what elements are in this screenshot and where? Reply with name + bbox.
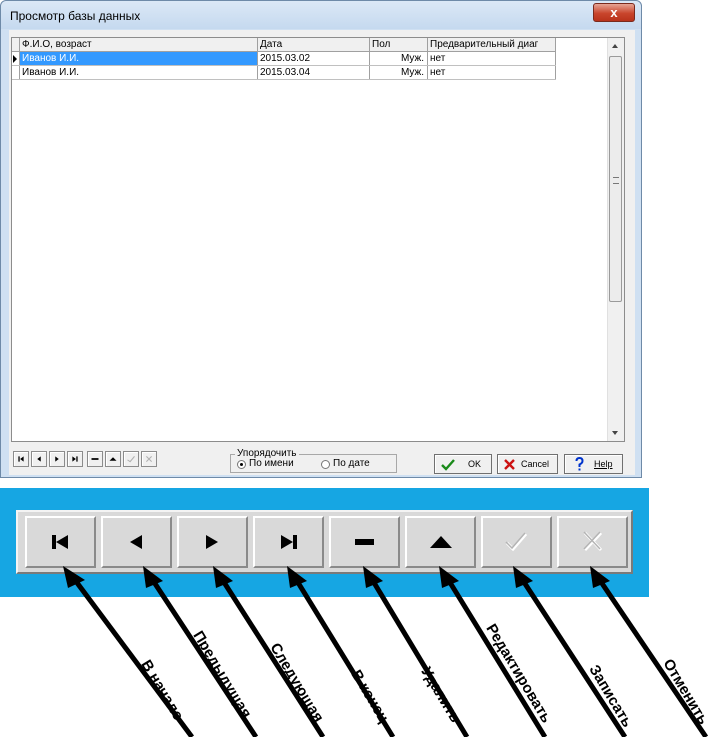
arrowhead-icon xyxy=(63,566,85,588)
arrowhead-icon xyxy=(287,566,307,588)
arrowhead-icon xyxy=(363,566,383,588)
callout-arrows xyxy=(63,566,709,737)
arrowhead-icon xyxy=(143,566,163,588)
arrowhead-icon xyxy=(590,566,610,588)
arrowhead-icon xyxy=(513,566,533,588)
arrowhead-icon xyxy=(213,566,233,588)
arrowhead-icon xyxy=(439,566,459,588)
